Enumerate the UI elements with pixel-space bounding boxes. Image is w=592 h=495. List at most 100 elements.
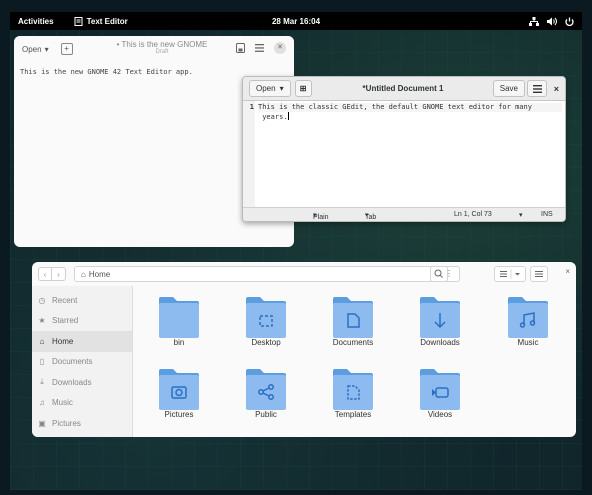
plus-icon: ⊞: [299, 84, 307, 93]
search-button[interactable]: [430, 266, 448, 282]
clock[interactable]: 28 Mar 16:04: [272, 17, 320, 26]
folder-label: Desktop: [251, 338, 281, 347]
text-line: This is the classic GEdit, the default G…: [258, 103, 562, 112]
network-icon: [529, 16, 539, 26]
list-view-icon: [500, 269, 520, 279]
folder-icon: [159, 369, 199, 410]
sidebar-item-music[interactable]: ♫ Music: [32, 393, 132, 414]
home-icon: ⌂: [39, 336, 45, 346]
folder-label: Documents: [332, 338, 374, 347]
files-sidebar: ◷ Recent ★ Starred ⌂ Home ▯ Documents ⤓ Downl…: [32, 286, 133, 437]
close-icon[interactable]: ×: [554, 84, 559, 94]
gte-headerbar: Open ▾ + • This is the new GNOME Draft ✕: [14, 36, 294, 62]
close-icon[interactable]: ×: [565, 267, 570, 276]
line-number: 1: [249, 103, 254, 111]
chevron-left-icon: ‹: [43, 269, 47, 279]
folder-icon: [333, 297, 373, 338]
folder-label: Music: [517, 338, 539, 347]
chevron-right-icon: ›: [57, 269, 60, 279]
hamburger-menu-button[interactable]: [530, 266, 548, 282]
files-window[interactable]: ‹ › ⌂ Home ⋮ × ◷ Recent ★ Starred ⌂ Home ▯ D…: [32, 262, 576, 437]
path-bar[interactable]: ⌂ Home ⋮: [74, 266, 460, 282]
folder-grid: bin Desktop Documents Downloads Music Pi…: [133, 286, 576, 437]
language-label: Plain Text: [313, 214, 329, 221]
folder-icon: [246, 297, 286, 338]
folder-icon: [333, 369, 373, 410]
text-cursor: [287, 112, 289, 120]
new-tab-icon[interactable]: +: [60, 43, 73, 55]
gte-open-button[interactable]: Open ▾: [22, 45, 49, 54]
folder-label: Templates: [334, 410, 372, 419]
activities-button[interactable]: Activities: [18, 17, 54, 26]
search-icon: [434, 269, 443, 278]
picture-icon: ▣: [38, 418, 46, 428]
gedit-open-button[interactable]: Open ▾: [249, 80, 291, 97]
sidebar-item-label: Documents: [52, 357, 93, 367]
text-line: years.: [258, 112, 289, 121]
gedit-open-label: Open: [256, 84, 276, 93]
folder-icon: [508, 297, 548, 338]
tab-width-label: Tab Width: 8: [365, 214, 377, 221]
save-icon[interactable]: [236, 43, 245, 53]
power-icon: [565, 17, 574, 26]
document-icon: ▯: [39, 357, 45, 367]
gedit-editor[interactable]: 1 This is the classic GEdit, the default…: [243, 101, 565, 207]
clock-icon: ◷: [38, 295, 46, 305]
hamburger-menu-icon: [535, 271, 543, 277]
gte-subtitle: Draft: [155, 49, 169, 55]
hamburger-menu-button[interactable]: [527, 80, 547, 97]
volume-icon: [547, 17, 557, 25]
folder-icon: [420, 297, 460, 338]
gedit-window[interactable]: Open ▾ ⊞ *Untitled Document 1 Save × 1 T…: [242, 76, 566, 222]
folder-label: Downloads: [420, 338, 460, 347]
sidebar-item-label: Starred: [52, 316, 79, 326]
save-button[interactable]: Save: [492, 80, 525, 97]
folder-label: Videos: [427, 410, 453, 419]
folder-label: bin: [173, 338, 185, 347]
chevron-down-icon: ▾: [279, 84, 284, 93]
close-icon[interactable]: ✕: [274, 42, 286, 54]
cursor-position[interactable]: Ln 1, Col 73: [454, 211, 492, 218]
back-button[interactable]: ‹: [38, 267, 52, 281]
gedit-headerbar: Open ▾ ⊞ *Untitled Document 1 Save ×: [243, 77, 565, 101]
text-editor-icon: [74, 16, 83, 26]
download-icon: ⤓: [40, 377, 44, 387]
gte-actions: ✕: [236, 42, 286, 54]
sidebar-item-pictures[interactable]: ▣ Pictures: [32, 413, 132, 434]
insert-mode: INS: [541, 211, 553, 218]
gte-open-label: Open: [22, 44, 42, 54]
music-icon: ♫: [39, 398, 45, 408]
sidebar-item-home[interactable]: ⌂ Home: [32, 331, 132, 352]
app-menu-label: Text Editor: [86, 16, 128, 26]
sidebar-item-starred[interactable]: ★ Starred: [32, 311, 132, 332]
hamburger-menu-icon[interactable]: [255, 44, 264, 52]
sidebar-item-label: Downloads: [52, 377, 92, 387]
sidebar-item-recent[interactable]: ◷ Recent: [32, 290, 132, 311]
sidebar-item-label: Home: [52, 336, 74, 346]
tab-width-selector[interactable]: Tab Width: 8 ▾: [365, 211, 376, 221]
gedit-text-area[interactable]: This is the classic GEdit, the default G…: [255, 101, 565, 207]
sidebar-item-label: Recent: [52, 295, 78, 305]
folder-icon: [159, 297, 199, 338]
line-number-gutter: 1: [243, 101, 255, 207]
star-icon: ★: [38, 316, 46, 326]
view-options-button[interactable]: [494, 266, 526, 282]
language-selector[interactable]: Plain Text ▾: [313, 211, 329, 221]
system-tray[interactable]: [529, 16, 574, 26]
new-tab-button[interactable]: ⊞: [294, 80, 312, 97]
gedit-title: *Untitled Document 1: [362, 84, 444, 93]
home-icon: ⌂: [81, 269, 86, 279]
files-headerbar: ‹ › ⌂ Home ⋮ ×: [32, 262, 576, 286]
sidebar-item-documents[interactable]: ▯ Documents: [32, 352, 132, 373]
folder-label: Public: [255, 410, 277, 419]
path-location[interactable]: Home: [89, 270, 110, 279]
sidebar-item-downloads[interactable]: ⤓ Downloads: [32, 372, 132, 393]
app-menu[interactable]: Text Editor: [74, 16, 128, 26]
gedit-statusbar: Plain Text ▾ Tab Width: 8 ▾ Ln 1, Col 73…: [243, 207, 565, 221]
folder-icon: [420, 369, 460, 410]
chevron-down-icon[interactable]: ▾: [519, 211, 523, 219]
text-line-wrap: years.: [262, 113, 288, 121]
top-bar: Activities Text Editor 28 Mar 16:04: [10, 12, 582, 30]
gte-title: • This is the new GNOME Draft: [102, 40, 222, 55]
forward-button[interactable]: ›: [52, 267, 66, 281]
